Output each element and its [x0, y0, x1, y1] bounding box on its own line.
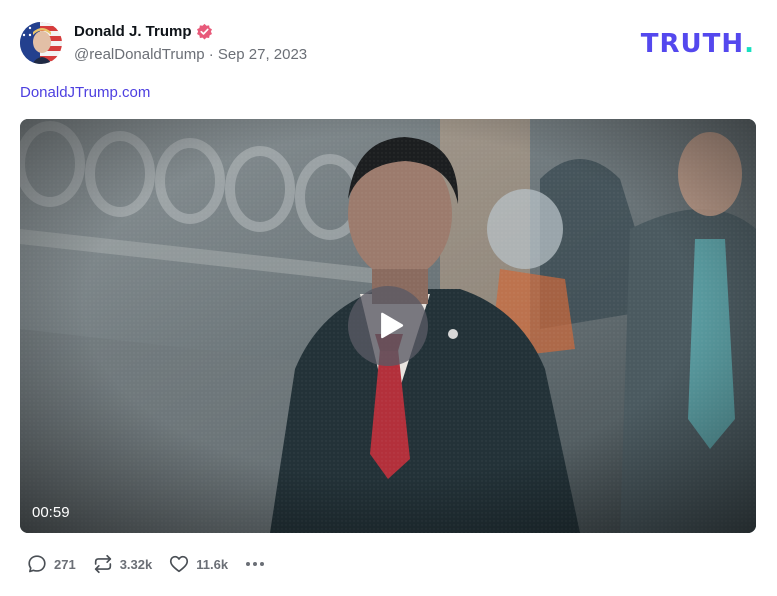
truth-social-logo: TRUTH. — [641, 29, 755, 59]
retruth-icon — [94, 554, 111, 574]
verified-badge-icon — [196, 23, 213, 40]
like-button[interactable]: 11.6k — [168, 553, 228, 575]
reply-button[interactable]: 271 — [26, 553, 76, 575]
like-count: 11.6k — [196, 556, 229, 572]
author-display-name[interactable]: Donald J. Trump — [74, 23, 192, 40]
truth-post: Donald J. Trump @realDonaldTrump · Sep 2… — [0, 0, 777, 596]
post-link[interactable]: DonaldJTrump.com — [20, 84, 150, 101]
retruth-count: 3.32k — [119, 556, 153, 572]
video-player[interactable]: 00:59 — [20, 119, 756, 533]
play-icon — [381, 312, 404, 339]
play-button[interactable] — [348, 286, 428, 366]
retruth-button[interactable]: 3.32k — [92, 553, 153, 575]
post-actions: 271 3.32k 11.6k — [26, 553, 267, 575]
logo-dot: . — [744, 29, 755, 59]
video-duration: 00:59 — [32, 504, 70, 521]
avatar[interactable] — [20, 22, 62, 64]
author-name-row: Donald J. Trump — [74, 23, 213, 40]
more-options-button[interactable] — [246, 562, 267, 566]
author-meta: @realDonaldTrump · Sep 27, 2023 — [74, 46, 307, 63]
post-date[interactable]: Sep 27, 2023 — [218, 46, 307, 63]
logo-text: TRUTH — [640, 29, 745, 59]
meta-separator: · — [204, 46, 218, 63]
more-dot-icon — [246, 562, 251, 566]
reply-icon — [28, 555, 46, 573]
more-dot-icon — [253, 562, 258, 566]
heart-icon — [170, 555, 189, 573]
more-dot-icon — [260, 562, 265, 566]
reply-count: 271 — [54, 556, 76, 572]
author-handle[interactable]: @realDonaldTrump — [74, 46, 205, 63]
